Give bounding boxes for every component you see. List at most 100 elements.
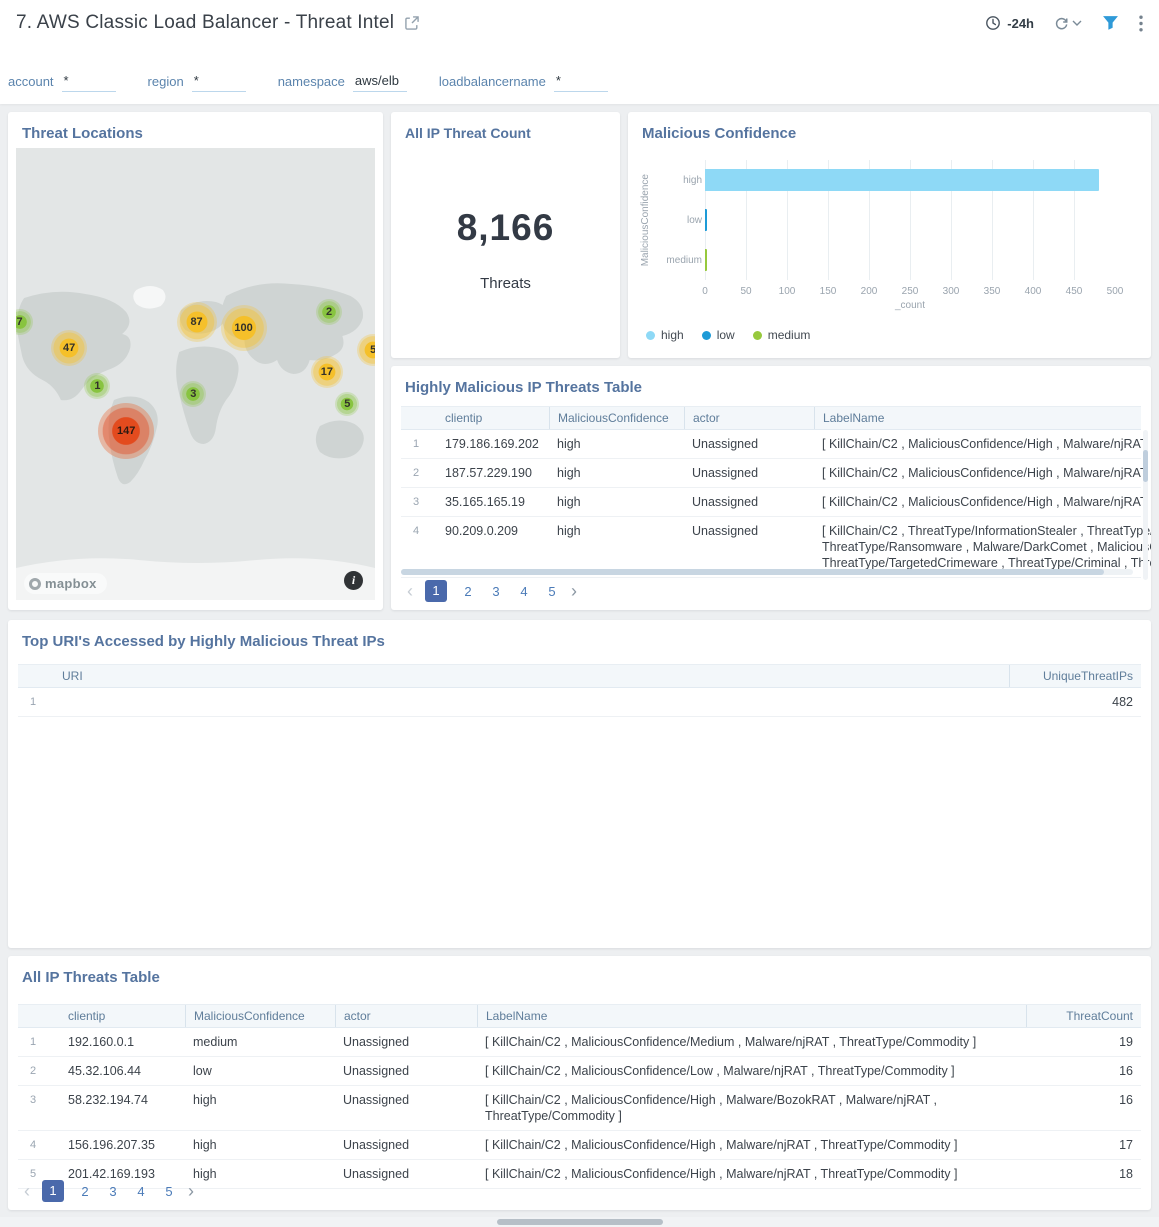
threat-bubble[interactable]: 7 <box>16 309 33 335</box>
bar-medium[interactable] <box>705 249 707 271</box>
refresh-control[interactable] <box>1054 16 1082 31</box>
horizontal-scrollbar-thumb[interactable] <box>401 569 1104 575</box>
threat-bubble[interactable]: 2 <box>316 299 342 325</box>
threat-bubble[interactable]: 100 <box>221 305 267 351</box>
cell-confidence: high <box>549 430 684 458</box>
table-row[interactable]: 1 192.160.0.1 medium Unassigned [ KillCh… <box>18 1028 1141 1057</box>
table-row[interactable]: 1 482 <box>18 688 1141 717</box>
kebab-menu-icon[interactable] <box>1139 15 1143 32</box>
table-row[interactable]: 3 58.232.194.74 high Unassigned [ KillCh… <box>18 1086 1141 1131</box>
panel-title: Top URI's Accessed by Highly Malicious T… <box>8 620 1151 658</box>
cell-clientip: 45.32.106.44 <box>60 1057 185 1085</box>
column-header-maliciousconfidence[interactable]: MaliciousConfidence <box>185 1005 335 1027</box>
all-ip-threats-panel: All IP Threats Table clientip MaliciousC… <box>8 956 1151 1210</box>
page-number-button[interactable]: 5 <box>162 1184 176 1199</box>
pagination: ‹ 12345 › <box>403 580 581 602</box>
page-number-button[interactable]: 4 <box>134 1184 148 1199</box>
page-number-button[interactable]: 2 <box>461 584 475 599</box>
filter-input[interactable]: * <box>192 73 246 92</box>
cell-labelname: [ KillChain/C2 , MaliciousConfidence/Low… <box>477 1057 1026 1085</box>
highly-malicious-table: clientip MaliciousConfidence actor Label… <box>401 406 1141 578</box>
filter-input[interactable]: * <box>554 73 608 92</box>
malicious-confidence-panel: Malicious Confidence MaliciousConfidence… <box>628 112 1151 358</box>
row-index: 3 <box>18 1086 60 1114</box>
vertical-scrollbar-thumb[interactable] <box>1143 450 1148 482</box>
bar-high[interactable] <box>705 169 1099 191</box>
threat-bubble[interactable]: 147 <box>98 403 154 459</box>
table-row[interactable]: 3 35.165.165.19 high Unassigned [ KillCh… <box>401 488 1141 517</box>
prev-page-icon[interactable]: ‹ <box>20 1181 34 1201</box>
page-horizontal-scrollbar <box>0 1217 1159 1227</box>
cell-actor: Unassigned <box>335 1160 477 1188</box>
page-number-button[interactable]: 4 <box>517 584 531 599</box>
column-header-index <box>401 407 437 429</box>
cell-labelname: [ KillChain/C2 , MaliciousConfidence/Hig… <box>477 1160 1026 1188</box>
threat-map[interactable]: 7 47 1 87100 3 2 17 5 147 5 mapbox i <box>16 148 375 600</box>
mapbox-attribution[interactable]: mapbox <box>24 573 107 594</box>
dashboard-filter: namespace aws/elb <box>278 73 407 92</box>
time-range-control[interactable]: -24h <box>985 15 1034 31</box>
threat-bubble[interactable]: 5 <box>335 392 359 416</box>
open-in-new-icon[interactable] <box>404 15 420 31</box>
table-body: 1 192.160.0.1 medium Unassigned [ KillCh… <box>18 1028 1141 1189</box>
table-row[interactable]: 4 156.196.207.35 high Unassigned [ KillC… <box>18 1131 1141 1160</box>
column-header-actor[interactable]: actor <box>335 1005 477 1027</box>
filter-input[interactable]: aws/elb <box>353 73 407 92</box>
filter-input[interactable]: * <box>62 73 116 92</box>
threat-bubble[interactable]: 1 <box>84 373 110 399</box>
clock-icon <box>985 15 1001 31</box>
column-header-uri[interactable]: URI <box>54 665 1009 687</box>
column-header-clientip[interactable]: clientip <box>60 1005 185 1027</box>
page-number-button[interactable]: 1 <box>42 1180 64 1202</box>
panel-title: Malicious Confidence <box>628 112 1151 150</box>
column-header-labelname[interactable]: LabelName <box>477 1005 1026 1027</box>
panel-title: Highly Malicious IP Threats Table <box>391 366 1151 404</box>
cell-actor: Unassigned <box>335 1057 477 1085</box>
column-header-labelname[interactable]: LabelName <box>814 407 1141 429</box>
next-page-icon[interactable]: › <box>567 581 581 601</box>
table-row[interactable]: 2 45.32.106.44 low Unassigned [ KillChai… <box>18 1057 1141 1086</box>
cell-confidence: high <box>549 459 684 487</box>
bar-low[interactable] <box>705 209 707 231</box>
row-index: 4 <box>18 1131 60 1159</box>
legend-dot-icon <box>753 331 762 340</box>
vertical-scrollbar <box>1143 430 1148 580</box>
threat-bubble[interactable]: 5 <box>357 334 375 366</box>
table-row[interactable]: 1 179.186.169.202 high Unassigned [ Kill… <box>401 430 1141 459</box>
dashboard-filter: account * <box>8 73 116 92</box>
column-header-clientip[interactable]: clientip <box>437 407 549 429</box>
filter-icon[interactable] <box>1102 15 1119 31</box>
cell-actor: Unassigned <box>684 517 814 545</box>
legend-item-low[interactable]: low <box>702 328 735 342</box>
threat-bubble[interactable]: 87 <box>177 302 217 342</box>
all-ip-threats-table: clientip MaliciousConfidence actor Label… <box>18 1004 1141 1189</box>
table-row[interactable]: 2 187.57.229.190 high Unassigned [ KillC… <box>401 459 1141 488</box>
column-header-maliciousconfidence[interactable]: MaliciousConfidence <box>549 407 684 429</box>
page-number-button[interactable]: 2 <box>78 1184 92 1199</box>
row-index: 1 <box>18 1028 60 1056</box>
legend-item-medium[interactable]: medium <box>753 328 811 342</box>
threat-bubble[interactable]: 47 <box>51 330 87 366</box>
threat-bubble[interactable]: 17 <box>311 356 343 388</box>
map-info-icon[interactable]: i <box>344 571 363 590</box>
cell-actor: Unassigned <box>335 1131 477 1159</box>
column-header-actor[interactable]: actor <box>684 407 814 429</box>
row-index: 2 <box>401 459 437 487</box>
column-header-uniquethreatips[interactable]: UniqueThreatIPs <box>1009 665 1141 687</box>
cell-labelname: [ KillChain/C2 , MaliciousConfidence/Hig… <box>814 430 1151 458</box>
legend-item-high[interactable]: high <box>646 328 684 342</box>
cell-clientip: 179.186.169.202 <box>437 430 549 458</box>
confidence-legend: high low medium <box>646 328 810 342</box>
page-horizontal-scrollbar-thumb[interactable] <box>497 1219 663 1225</box>
prev-page-icon[interactable]: ‹ <box>403 581 417 601</box>
next-page-icon[interactable]: › <box>184 1181 198 1201</box>
column-header-threatcount[interactable]: ThreatCount <box>1026 1005 1141 1027</box>
dashboard-filter: region * <box>148 73 246 92</box>
page-number-button[interactable]: 1 <box>425 580 447 602</box>
threat-bubble[interactable]: 3 <box>180 381 206 407</box>
page-number-button[interactable]: 3 <box>489 584 503 599</box>
page-number-button[interactable]: 3 <box>106 1184 120 1199</box>
page-number-button[interactable]: 5 <box>545 584 559 599</box>
x-tick-label: 500 <box>1107 286 1124 297</box>
filter-label: namespace <box>278 74 345 92</box>
